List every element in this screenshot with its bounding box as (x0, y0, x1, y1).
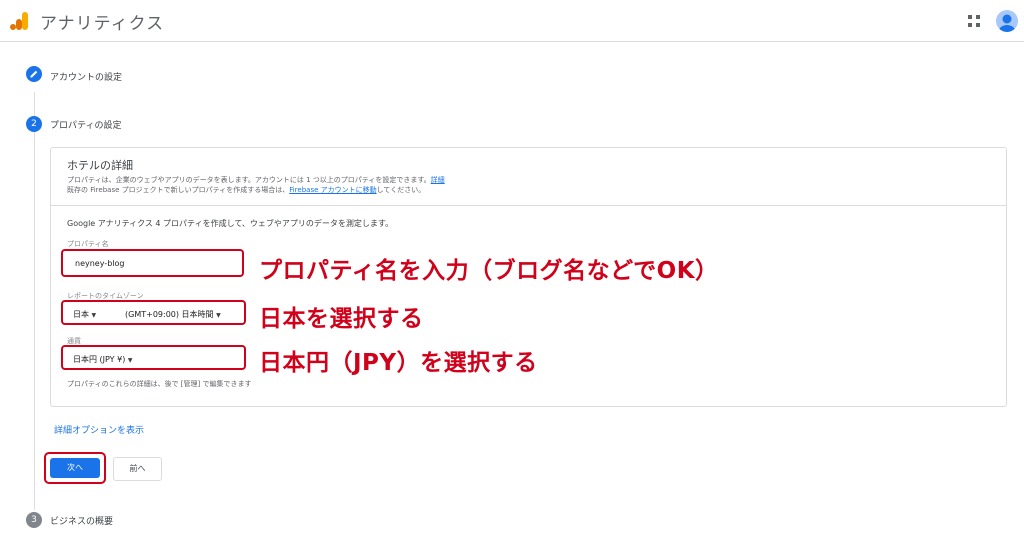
step-2-label: プロパティの設定 (50, 121, 122, 131)
chevron-down-icon: ▼ (127, 357, 133, 364)
edit-later-note: プロパティのこれらの詳細は、後で [管理] で編集できます (67, 380, 252, 388)
card-header: ホテルの詳細 プロパティは、企業のウェブやアプリのデータを表します。アカウントに… (51, 148, 1006, 206)
account-avatar[interactable] (996, 10, 1018, 32)
timezone-zone-value: (GMT+09:00) 日本時間 (125, 310, 214, 319)
step-1-completed-icon (26, 66, 42, 82)
show-advanced-options-link[interactable]: 詳細オプションを表示 (54, 423, 144, 436)
analytics-logo-icon (10, 12, 28, 30)
annotation-property-name: プロパティ名を入力（ブログ名などでOK） (259, 258, 719, 284)
description-prefix: 既存の Firebase プロジェクトで新しいプロパティを作成する場合は、 (67, 186, 290, 194)
step-1-label[interactable]: アカウントの設定 (50, 70, 122, 83)
next-button-highlight: 次へ (44, 452, 106, 484)
currency-value: 日本円 (JPY ¥) (73, 355, 126, 364)
card-title: ホテルの詳細 (67, 159, 133, 172)
description-suffix: してください。 (376, 186, 426, 194)
annotation-currency: 日本円（JPY）を選択する (259, 350, 538, 376)
annotation-timezone: 日本を選択する (259, 306, 424, 332)
learn-more-link[interactable]: 詳細 (431, 176, 445, 184)
currency-select[interactable]: 日本円 (JPY ¥) ▼ (61, 345, 246, 370)
chevron-down-icon: ▼ (91, 312, 97, 319)
property-name-label: プロパティ名 (67, 240, 109, 248)
timezone-select-group: 日本 ▼ (GMT+09:00) 日本時間 ▼ (61, 300, 246, 325)
currency-value-wrap: 日本円 (JPY ¥) ▼ (73, 354, 132, 365)
firebase-account-link[interactable]: Firebase アカウントに移動 (289, 186, 376, 194)
top-app-bar: アナリティクス (0, 0, 1024, 42)
user-avatar-icon (999, 14, 1015, 32)
chevron-down-icon: ▼ (216, 312, 221, 319)
next-button[interactable]: 次へ (50, 458, 100, 478)
previous-button[interactable]: 前へ (113, 457, 162, 481)
card-description-line-2: 既存の Firebase プロジェクトで新しいプロパティを作成する場合は、Fir… (67, 185, 425, 195)
timezone-country-value: 日本 (73, 310, 89, 319)
property-name-value: neyney-blog (75, 259, 125, 268)
stepper-line (34, 92, 35, 510)
step-3-number: 3 (26, 512, 42, 528)
apps-grid-icon[interactable] (966, 13, 982, 29)
description-text: プロパティは、企業のウェブやアプリのデータを表します。アカウントには 1 つ以上… (67, 176, 431, 184)
app-title: アナリティクス (40, 14, 165, 34)
step-3-label: ビジネスの概要 (50, 517, 114, 527)
property-name-input[interactable]: neyney-blog (61, 249, 244, 277)
card-description-line-1: プロパティは、企業のウェブやアプリのデータを表します。アカウントには 1 つ以上… (67, 175, 445, 185)
step-2-number: 2 (26, 116, 42, 132)
timezone-zone-select[interactable]: (GMT+09:00) 日本時間 ▼ (125, 309, 221, 320)
timezone-country-select[interactable]: 日本 ▼ (73, 309, 96, 320)
intro-text: Google アナリティクス 4 プロパティを作成して、ウェブやアプリのデータを… (67, 219, 394, 228)
edit-pencil-icon (30, 70, 38, 78)
